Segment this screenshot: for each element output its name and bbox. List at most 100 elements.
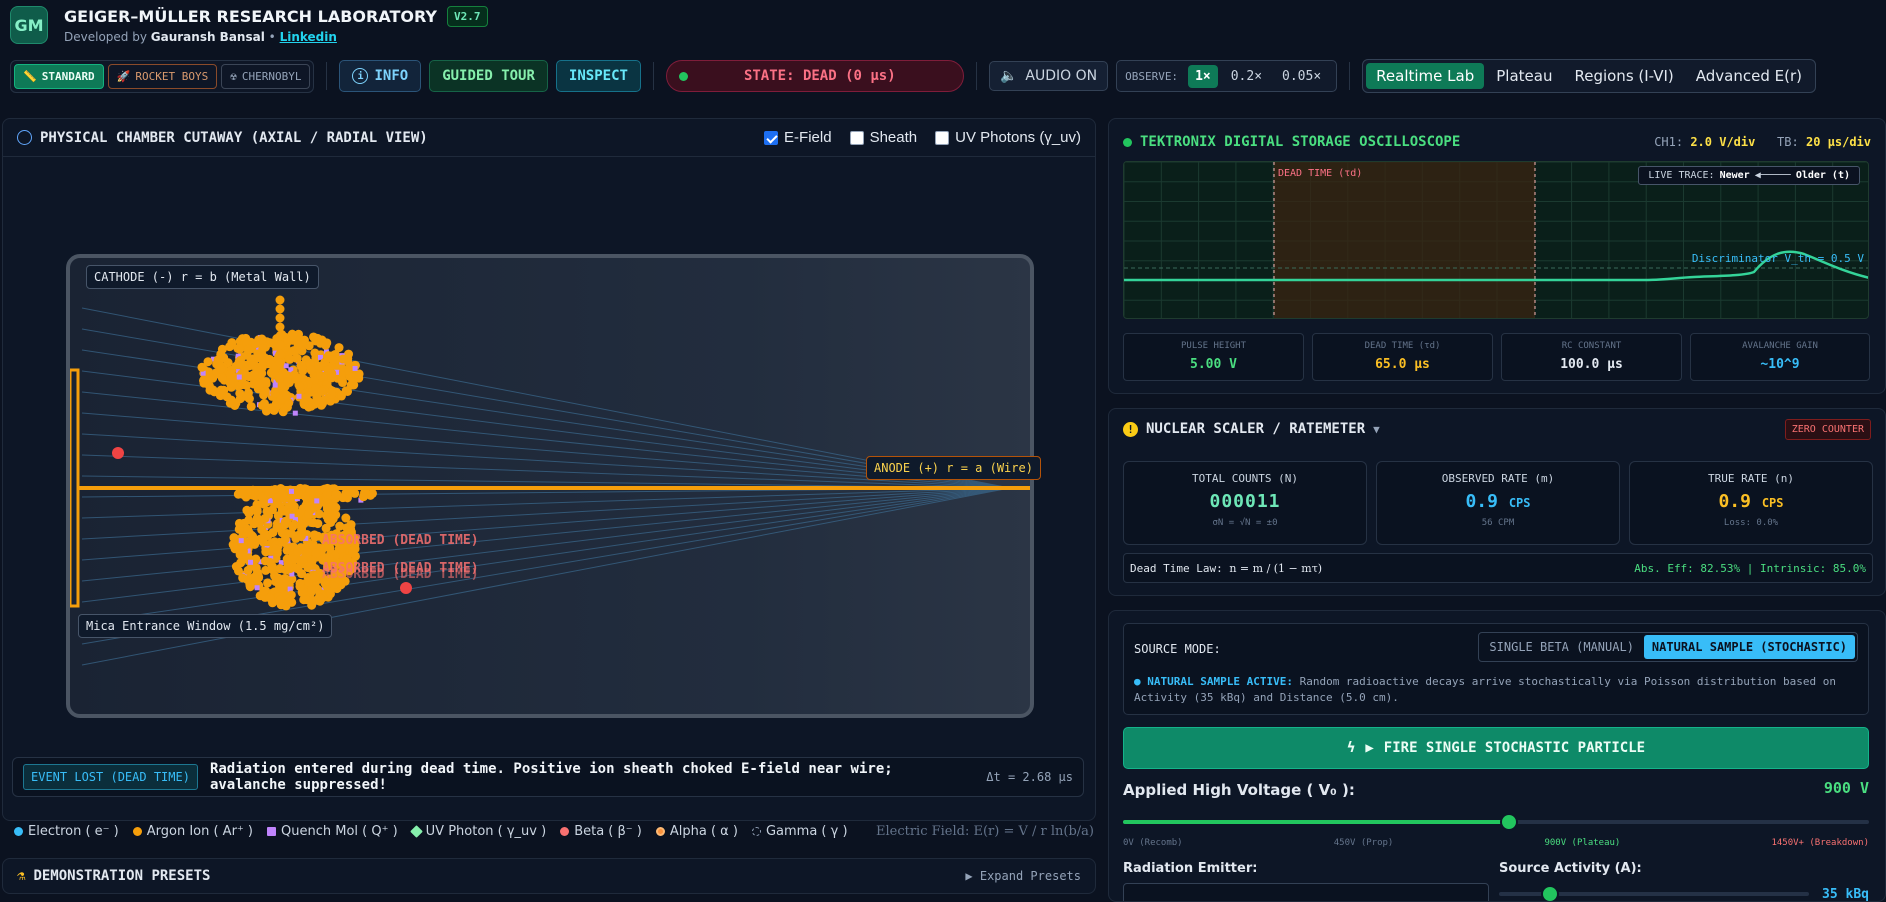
uv-photons-toggle[interactable]: UV Photons (γ_uv): [935, 129, 1081, 146]
ruler-icon: 📏: [23, 69, 37, 83]
observed-rate-box: OBSERVED RATE (m) 0.9 CPS 56 CPM: [1376, 461, 1620, 545]
activity-label: Source Activity (A):: [1499, 861, 1642, 876]
state-dot-icon: [678, 71, 688, 81]
electron-icon: [14, 826, 23, 836]
argon-ion: [288, 522, 298, 532]
mode-single-beta-button[interactable]: SINGLE BETA (MANUAL): [1481, 635, 1642, 659]
argon-ion: [197, 362, 207, 372]
field-line: [81, 487, 1011, 582]
argon-ion: [275, 322, 285, 332]
activity-slider-handle[interactable]: [1541, 885, 1559, 901]
chamber-title: PHYSICAL CHAMBER CUTAWAY (AXIAL / RADIAL…: [40, 129, 428, 146]
preset-standard-button[interactable]: 📏 STANDARD: [14, 63, 104, 89]
tab-advanced-er[interactable]: Advanced E(r): [1686, 63, 1812, 89]
argon-ion: [253, 353, 263, 363]
speaker-icon: 🔈: [999, 68, 1018, 84]
view-tabs: Realtime Lab Plateau Regions (I-VI) Adva…: [1362, 59, 1816, 93]
rocket-icon: 🚀: [116, 69, 131, 83]
chevron-down-icon[interactable]: ▼: [1373, 423, 1380, 436]
clock-icon: [17, 130, 32, 145]
argon-ion: [238, 573, 248, 583]
dead-time-readout: DEAD TIME (τd) 65.0 μs: [1312, 333, 1493, 381]
zero-counter-button[interactable]: ZERO COUNTER: [1784, 418, 1871, 440]
argon-ion: [338, 354, 348, 364]
developer-name: Gauransh Bansal: [150, 30, 265, 44]
argon-ion: [259, 390, 269, 400]
argon-ion: [265, 593, 275, 603]
beta-icon: [560, 826, 570, 836]
argon-ion: [331, 490, 341, 500]
tab-plateau[interactable]: Plateau: [1486, 63, 1562, 89]
checkbox-unchecked[interactable]: [935, 130, 950, 145]
argon-ion: [280, 573, 290, 583]
argon-ion: [282, 391, 292, 401]
observe-speed-selector: OBSERVE: 1× 0.2× 0.05×: [1116, 60, 1338, 92]
argon-ion: [320, 357, 330, 367]
argon-ion: [235, 388, 245, 398]
sheath-toggle[interactable]: Sheath: [849, 129, 917, 146]
mode-natural-sample-button[interactable]: NATURAL SAMPLE (STOCHASTIC): [1643, 635, 1855, 659]
argon-ion: [292, 563, 302, 573]
efield-toggle[interactable]: E-Field: [764, 129, 832, 146]
argon-ion: [308, 539, 318, 549]
argon-ion: [354, 373, 364, 383]
argon-ion: [344, 365, 354, 375]
fire-particle-button[interactable]: ϟ ▶ FIRE SINGLE STOCHASTIC PARTICLE: [1123, 727, 1869, 769]
quench-molecule: [288, 488, 294, 494]
argon-ion: [336, 391, 346, 401]
argon-ion: [298, 554, 308, 564]
alpha-icon: [655, 826, 665, 836]
tab-realtime-lab[interactable]: Realtime Lab: [1366, 63, 1485, 89]
argon-ion: [272, 523, 282, 533]
hv-ticks: 0V (Recomb) 450V (Prop) 900V (Plateau) 1…: [1123, 838, 1869, 848]
argon-ion: [275, 331, 285, 341]
speed-0.2x[interactable]: 0.2×: [1224, 65, 1269, 88]
source-mode-label: SOURCE MODE:: [1134, 642, 1221, 656]
argon-ion: [274, 374, 284, 384]
play-icon: ▶: [1365, 740, 1374, 756]
tab-regions[interactable]: Regions (I-VI): [1564, 63, 1683, 89]
ghost-label: ABSORBED (DEAD TIME): [322, 567, 479, 582]
argon-ion: [270, 388, 280, 398]
hv-slider-handle[interactable]: [1499, 813, 1518, 831]
guided-tour-button[interactable]: GUIDED TOUR: [429, 60, 548, 92]
argon-ion-icon: [132, 826, 142, 836]
argon-ion: [243, 344, 253, 354]
argon-ion: [291, 346, 301, 356]
speed-0.05x[interactable]: 0.05×: [1275, 65, 1328, 88]
argon-ion: [258, 536, 268, 546]
oscilloscope-screen[interactable]: DEAD TIME (τd) Discriminator V_th = 0.5 …: [1123, 161, 1869, 319]
chamber-cutaway[interactable]: ABSORBED (DEAD TIME) ABSORBED (DEAD TIME…: [66, 254, 1034, 718]
inspect-button[interactable]: INSPECT: [555, 60, 641, 92]
dead-time-window: [1274, 162, 1535, 318]
preset-rocket-boys-button[interactable]: 🚀 ROCKET BOYS: [107, 63, 218, 89]
argon-ion: [275, 313, 285, 323]
emitter-select[interactable]: [1123, 883, 1489, 901]
legend-uv-photon: UV Photon ( γ_uv ): [409, 824, 546, 839]
beta-particle: [400, 582, 412, 594]
checkbox-checked[interactable]: [764, 130, 779, 145]
audio-toggle[interactable]: 🔈 AUDIO ON: [988, 61, 1109, 91]
argon-ion: [293, 547, 303, 557]
speed-1x[interactable]: 1×: [1188, 64, 1218, 88]
quench-molecule: [254, 585, 260, 591]
argon-ion: [249, 369, 259, 379]
argon-ion: [247, 530, 257, 540]
info-button[interactable]: i INFO: [339, 60, 422, 92]
scaler-header: ! NUCLEAR SCALER / RATEMETER ▼ ZERO COUN…: [1109, 409, 1885, 449]
legend-gamma: Gamma ( γ ): [751, 824, 848, 839]
linkedin-link[interactable]: Linkedin: [280, 30, 337, 44]
total-counts: 000011: [1209, 491, 1281, 512]
legend-beta: Beta ( β⁻ ): [560, 824, 642, 839]
expand-presets-button[interactable]: ▶ Expand Presets: [965, 869, 1081, 883]
presets-panel[interactable]: ⚗ DEMONSTRATION PRESETS ▶ Expand Presets: [2, 858, 1096, 894]
warning-icon: !: [1123, 421, 1138, 437]
argon-ion: [225, 369, 235, 379]
argon-ion: [337, 375, 347, 385]
preset-chernobyl-button[interactable]: ☢ CHERNOBYL: [221, 63, 311, 89]
checkbox-unchecked[interactable]: [849, 130, 864, 145]
ghost-label: ABSORBED (DEAD TIME): [322, 533, 479, 548]
hv-slider-track[interactable]: [1123, 820, 1869, 824]
argon-ion: [284, 597, 294, 607]
legend-electron: Electron ( e⁻ ): [14, 824, 119, 839]
